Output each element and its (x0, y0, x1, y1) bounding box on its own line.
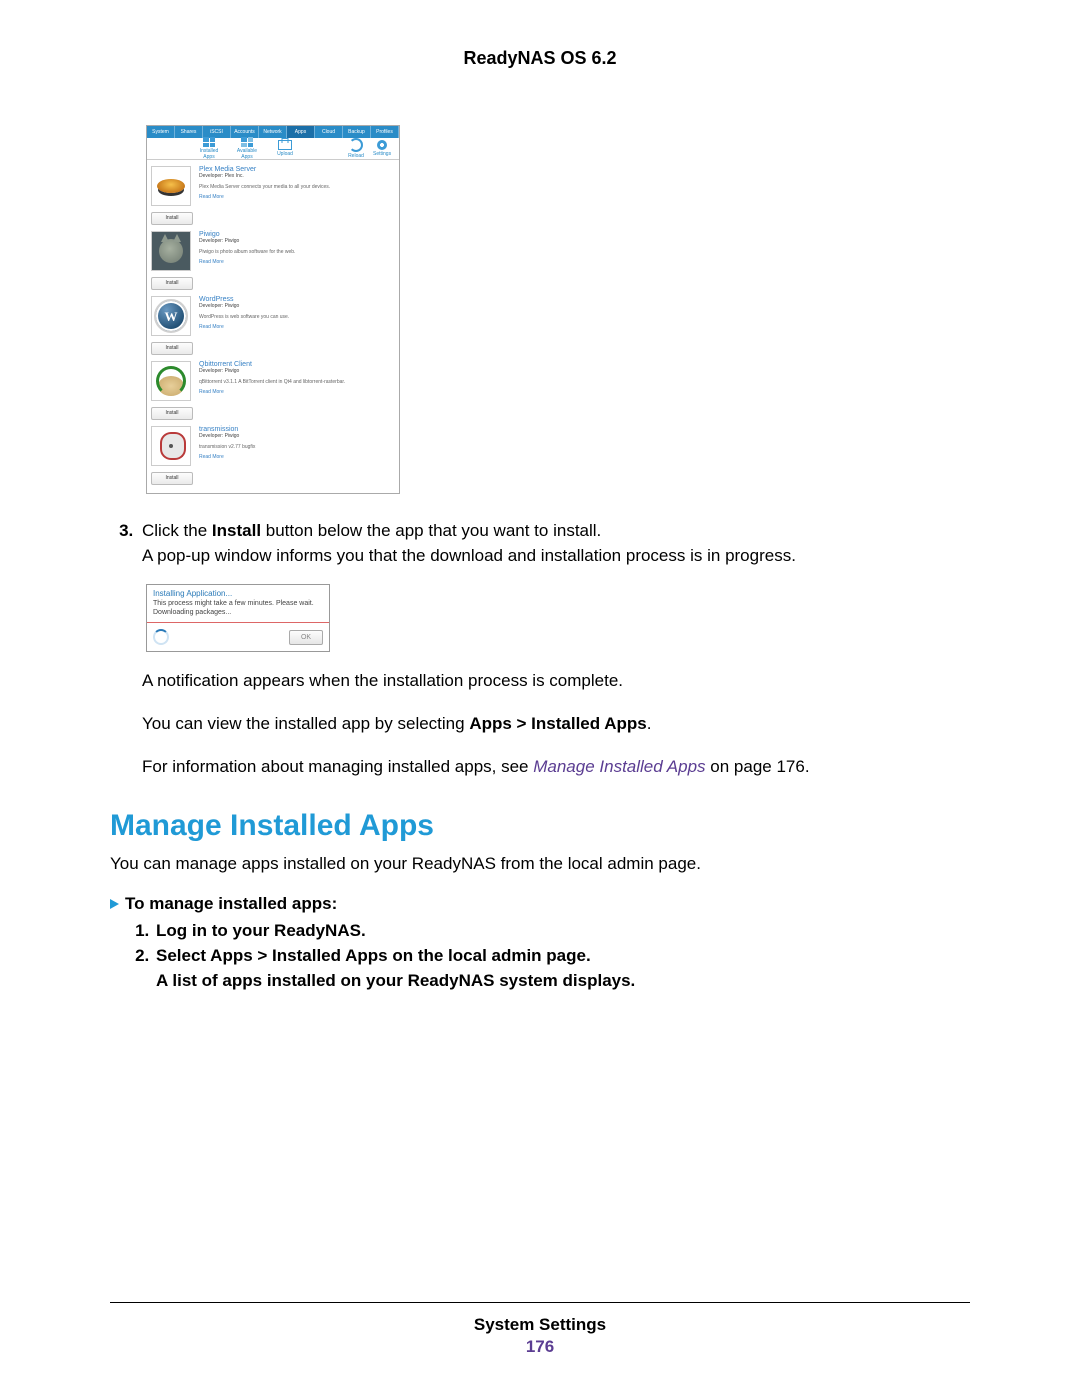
app-description: Plex Media Server connects your media to… (199, 184, 330, 191)
after-line3: For information about managing installed… (142, 754, 970, 779)
step-item: Log in to your ReadyNAS. (154, 918, 970, 943)
app-title[interactable]: Piwigo (199, 231, 295, 238)
app-entry: Install Plex Media Server Developer: Ple… (147, 160, 399, 225)
tab-network[interactable]: Network (259, 126, 287, 138)
installed-apps-tile-icon[interactable]: Installed Apps (194, 137, 224, 160)
app-description: Piwigo is photo album software for the w… (199, 249, 295, 256)
read-more-link[interactable]: Read More (199, 194, 330, 201)
after-line1: A notification appears when the installa… (142, 668, 970, 693)
install-button[interactable]: Install (151, 277, 193, 290)
triangle-icon (110, 899, 119, 909)
app-description: transmission v2.77 bugfix (199, 444, 255, 451)
install-button[interactable]: Install (151, 472, 193, 485)
app-entry: Install WordPress Developer: Piwigo Word… (147, 290, 399, 355)
tab-system[interactable]: System (147, 126, 175, 138)
spinner-icon (153, 629, 169, 645)
piwigo-icon (151, 231, 191, 271)
app-entry: Install Piwigo Developer: Piwigo Piwigo … (147, 225, 399, 290)
app-developer: Developer: Piwigo (199, 433, 255, 440)
app-title[interactable]: WordPress (199, 296, 289, 303)
install-button[interactable]: Install (151, 212, 193, 225)
post-install-text: A notification appears when the installa… (142, 668, 970, 779)
app-developer: Developer: Piwigo (199, 303, 289, 310)
apps-screenshot: System Shares iSCSI Accounts Network App… (146, 125, 400, 494)
app-developer: Developer: Piwigo (199, 238, 295, 245)
popup-message: This process might take a few minutes. P… (147, 600, 329, 609)
app-entry: Install transmission Developer: Piwigo t… (147, 420, 399, 493)
popup-title: Installing Application... (147, 585, 329, 600)
available-apps-tile-icon[interactable]: Available Apps (232, 137, 262, 160)
procedure-heading: To manage installed apps: (110, 894, 970, 914)
footer-page-number: 176 (0, 1337, 1080, 1357)
app-description: qBittorrent v3.1.1 A BitTorrent client i… (199, 379, 345, 386)
app-entry: Install Qbittorrent Client Developer: Pi… (147, 355, 399, 420)
install-button[interactable]: Install (151, 342, 193, 355)
main-tabs: System Shares iSCSI Accounts Network App… (147, 126, 399, 138)
wordpress-icon (151, 296, 191, 336)
read-more-link[interactable]: Read More (199, 324, 289, 331)
plex-icon (151, 166, 191, 206)
app-title[interactable]: transmission (199, 426, 255, 433)
tab-backup[interactable]: Backup (343, 126, 371, 138)
settings-label: Settings (373, 151, 391, 157)
tab-apps[interactable]: Apps (287, 126, 315, 138)
installed-apps-label: Installed Apps (200, 148, 219, 160)
app-developer: Developer: Plex Inc. (199, 173, 330, 180)
transmission-icon (151, 426, 191, 466)
footer-rule (110, 1302, 970, 1303)
tab-cloud[interactable]: Cloud (315, 126, 343, 138)
step-3-line2: A pop-up window informs you that the dow… (142, 546, 796, 565)
page-header: ReadyNAS OS 6.2 (110, 48, 970, 69)
read-more-link[interactable]: Read More (199, 454, 255, 461)
upload-tile-icon[interactable]: Upload (270, 140, 300, 157)
app-description: WordPress is web software you can use. (199, 314, 289, 321)
step-3-bold: Install (212, 521, 261, 540)
installing-popup: Installing Application... This process m… (146, 584, 330, 652)
app-title[interactable]: Plex Media Server (199, 166, 330, 173)
manage-installed-apps-link[interactable]: Manage Installed Apps (533, 757, 705, 776)
reload-label: Reload (348, 153, 364, 159)
qbittorrent-icon (151, 361, 191, 401)
step-3-text-a: Click the (142, 521, 212, 540)
after-line2: You can view the installed app by select… (142, 711, 970, 736)
install-button[interactable]: Install (151, 407, 193, 420)
popup-status: Downloading packages... (147, 609, 329, 623)
settings-tile-icon[interactable]: Settings (373, 140, 391, 157)
step-3: Click the Install button below the app t… (138, 518, 970, 568)
app-title[interactable]: Qbittorrent Client (199, 361, 345, 368)
read-more-link[interactable]: Read More (199, 259, 295, 266)
reload-tile-icon[interactable]: Reload (347, 138, 365, 159)
step-item: Select Apps > Installed Apps on the loca… (154, 943, 970, 993)
app-developer: Developer: Piwigo (199, 368, 345, 375)
step-3-text-b: button below the app that you want to in… (261, 521, 601, 540)
section-heading: Manage Installed Apps (110, 809, 970, 843)
apps-toolbar: Installed Apps Available Apps Upload Rel… (147, 138, 399, 160)
upload-label: Upload (277, 151, 293, 157)
ok-button[interactable]: OK (289, 630, 323, 645)
tab-profiles[interactable]: Profiles (371, 126, 399, 138)
page-footer: System Settings 176 (0, 1302, 1080, 1357)
footer-section: System Settings (0, 1315, 1080, 1335)
read-more-link[interactable]: Read More (199, 389, 345, 396)
section-intro: You can manage apps installed on your Re… (110, 851, 970, 876)
available-apps-label: Available Apps (237, 148, 257, 160)
